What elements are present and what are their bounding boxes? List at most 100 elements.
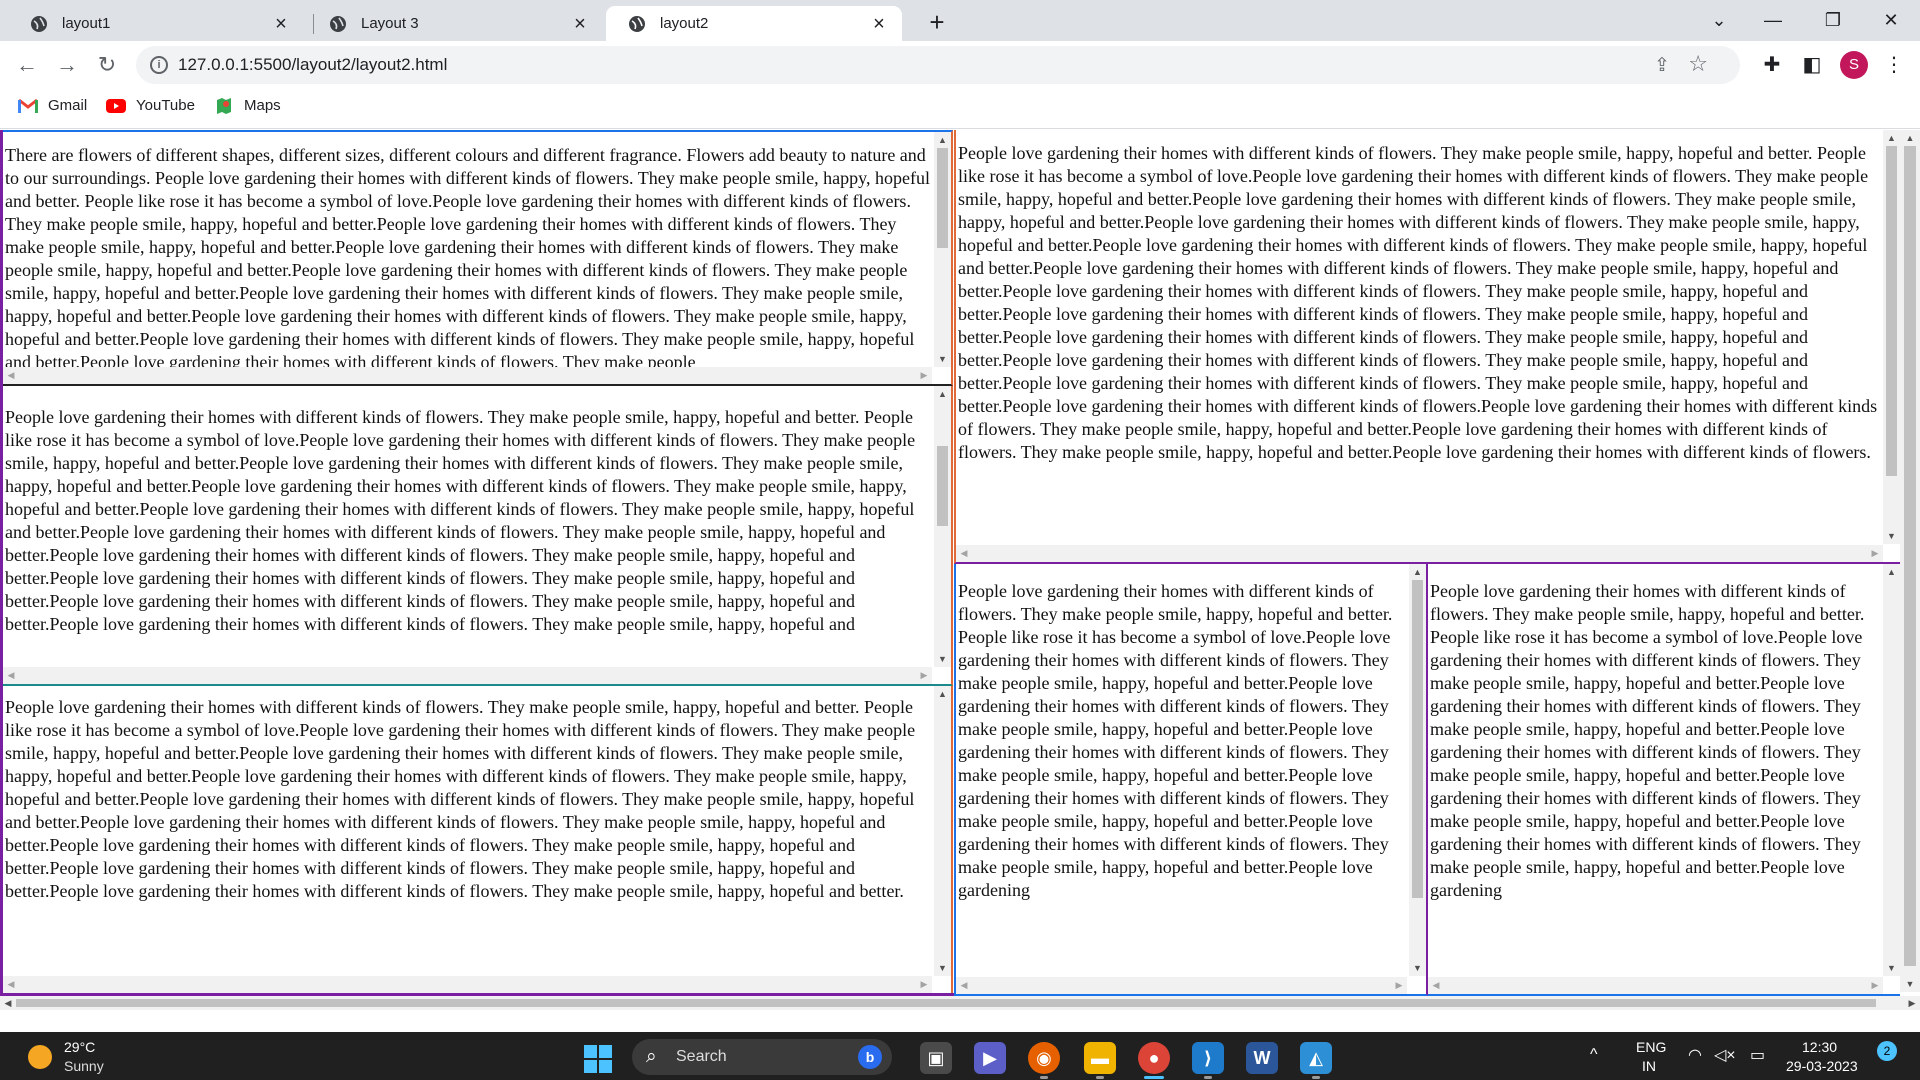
chevron-up-icon[interactable]: ^ bbox=[1590, 1046, 1598, 1064]
scroll-right-arrow-icon[interactable]: ▶ bbox=[1904, 996, 1920, 1010]
scroll-down-arrow-icon[interactable]: ▼ bbox=[934, 651, 951, 667]
close-icon[interactable]: × bbox=[870, 14, 888, 34]
scroll-down-arrow-icon[interactable]: ▼ bbox=[1409, 960, 1426, 976]
horizontal-scrollbar[interactable]: ◀ ▶ bbox=[1428, 977, 1883, 994]
wifi-icon[interactable]: ◠ bbox=[1688, 1045, 1702, 1065]
side-panel-icon[interactable]: ◧ bbox=[1798, 51, 1826, 79]
tab-layout2[interactable]: layout2 × bbox=[606, 6, 902, 41]
scroll-thumb[interactable] bbox=[1412, 580, 1423, 898]
bookmark-maps[interactable]: Maps bbox=[214, 97, 281, 114]
horizontal-scrollbar[interactable]: ◀ ▶ bbox=[3, 976, 932, 993]
horizontal-scrollbar[interactable]: ◀ ▶ bbox=[3, 367, 932, 384]
language-indicator[interactable]: ENG bbox=[1636, 1039, 1666, 1055]
panel-right-bottom-right[interactable]: People love gardening their homes with d… bbox=[1428, 564, 1900, 996]
clock-date[interactable]: 29-03-2023 bbox=[1786, 1058, 1858, 1074]
scroll-right-arrow-icon[interactable]: ▶ bbox=[916, 367, 932, 384]
scroll-down-arrow-icon[interactable]: ▼ bbox=[1883, 960, 1900, 976]
vertical-scrollbar[interactable]: ▲ ▼ bbox=[934, 386, 951, 667]
scroll-right-arrow-icon[interactable]: ▶ bbox=[916, 667, 932, 684]
bookmark-gmail[interactable]: Gmail bbox=[18, 97, 87, 114]
vertical-scrollbar[interactable]: ▲ ▼ bbox=[1883, 130, 1900, 544]
close-window-button[interactable]: ✕ bbox=[1868, 4, 1914, 36]
scroll-thumb[interactable] bbox=[1886, 146, 1897, 476]
scroll-up-arrow-icon[interactable]: ▲ bbox=[1409, 564, 1426, 580]
start-button[interactable] bbox=[584, 1045, 612, 1073]
scroll-up-arrow-icon[interactable]: ▲ bbox=[1900, 130, 1920, 146]
vertical-scrollbar[interactable]: ▲ ▼ bbox=[934, 132, 951, 367]
scroll-right-arrow-icon[interactable]: ▶ bbox=[916, 976, 932, 993]
reload-button[interactable]: ↻ bbox=[92, 50, 122, 80]
close-icon[interactable]: × bbox=[272, 14, 290, 34]
tab-layout1[interactable]: layout1 × bbox=[8, 6, 304, 41]
vertical-scrollbar[interactable]: ▲ ▼ bbox=[1883, 564, 1900, 976]
scroll-left-arrow-icon[interactable]: ◀ bbox=[956, 545, 972, 562]
close-icon[interactable]: × bbox=[571, 14, 589, 34]
scroll-thumb[interactable] bbox=[16, 999, 1876, 1007]
firefox-icon[interactable]: ◉ bbox=[1028, 1042, 1060, 1074]
panel-left-bottom[interactable]: People love gardening their homes with d… bbox=[3, 686, 953, 993]
scroll-thumb[interactable] bbox=[1904, 146, 1916, 966]
weather-condition[interactable]: Sunny bbox=[64, 1058, 104, 1074]
clock-time[interactable]: 12:30 bbox=[1802, 1039, 1837, 1055]
tab-search-chevron-icon[interactable]: ⌄ bbox=[1696, 4, 1742, 36]
vertical-scrollbar[interactable]: ▲ ▼ bbox=[1409, 564, 1426, 976]
sun-icon[interactable] bbox=[28, 1045, 52, 1069]
new-tab-button[interactable]: + bbox=[923, 8, 951, 36]
profile-avatar[interactable]: S bbox=[1840, 51, 1868, 79]
scroll-thumb[interactable] bbox=[937, 148, 948, 248]
scroll-left-arrow-icon[interactable]: ◀ bbox=[3, 976, 19, 993]
taskbar-search[interactable]: ⌕ Search b bbox=[632, 1039, 892, 1075]
scroll-down-arrow-icon[interactable]: ▼ bbox=[934, 960, 951, 976]
site-info-icon[interactable]: i bbox=[150, 56, 168, 74]
scroll-down-arrow-icon[interactable]: ▼ bbox=[1900, 976, 1920, 992]
scroll-left-arrow-icon[interactable]: ◀ bbox=[1428, 977, 1444, 994]
share-icon[interactable]: ⇪ bbox=[1654, 54, 1670, 77]
word-icon[interactable]: W bbox=[1246, 1042, 1278, 1074]
panel-left-top[interactable]: There are flowers of different shapes, d… bbox=[3, 130, 953, 386]
bookmark-youtube[interactable]: YouTube bbox=[106, 97, 195, 114]
scroll-left-arrow-icon[interactable]: ◀ bbox=[0, 996, 16, 1010]
bookmark-star-icon[interactable]: ☆ bbox=[1688, 51, 1708, 77]
panel-left-middle[interactable]: People love gardening their homes with d… bbox=[3, 386, 953, 686]
panel-right-top[interactable]: People love gardening their homes with d… bbox=[954, 130, 1920, 564]
scroll-up-arrow-icon[interactable]: ▲ bbox=[934, 386, 951, 402]
page-horizontal-scrollbar[interactable]: ◀ ▶ bbox=[0, 996, 1920, 1010]
horizontal-scrollbar[interactable]: ◀ ▶ bbox=[3, 667, 932, 684]
vertical-scrollbar[interactable]: ▲ ▼ bbox=[934, 686, 951, 976]
page-vertical-scrollbar[interactable]: ▲ ▼ bbox=[1900, 130, 1920, 992]
scroll-down-arrow-icon[interactable]: ▼ bbox=[1883, 528, 1900, 544]
scroll-left-arrow-icon[interactable]: ◀ bbox=[3, 667, 19, 684]
scroll-up-arrow-icon[interactable]: ▲ bbox=[934, 686, 951, 702]
scroll-right-arrow-icon[interactable]: ▶ bbox=[1867, 545, 1883, 562]
minimize-button[interactable]: — bbox=[1750, 4, 1796, 36]
more-menu-icon[interactable]: ⋮ bbox=[1880, 51, 1908, 79]
horizontal-scrollbar[interactable]: ◀ ▶ bbox=[956, 977, 1407, 994]
scroll-left-arrow-icon[interactable]: ◀ bbox=[3, 367, 19, 384]
tab-layout3[interactable]: Layout 3 × bbox=[307, 6, 603, 41]
panel-right-bottom-left[interactable]: People love gardening their homes with d… bbox=[954, 564, 1428, 996]
notification-badge[interactable]: 2 bbox=[1877, 1041, 1897, 1061]
battery-icon[interactable]: ▭ bbox=[1750, 1045, 1765, 1065]
extensions-puzzle-icon[interactable]: ✚ bbox=[1758, 51, 1786, 79]
weather-temperature[interactable]: 29°C bbox=[64, 1039, 95, 1055]
bing-icon[interactable]: b bbox=[858, 1045, 882, 1069]
vscode-icon[interactable]: ⟩ bbox=[1192, 1042, 1224, 1074]
teams-chat-icon[interactable]: ▶ bbox=[974, 1042, 1006, 1074]
address-bar[interactable]: i 127.0.0.1:5500/layout2/layout2.html ⇪ … bbox=[136, 46, 1740, 84]
forward-button[interactable]: → bbox=[52, 50, 82, 80]
horizontal-scrollbar[interactable]: ◀ ▶ bbox=[956, 545, 1883, 562]
volume-muted-icon[interactable]: ◁× bbox=[1714, 1045, 1736, 1065]
scroll-down-arrow-icon[interactable]: ▼ bbox=[934, 351, 951, 367]
scroll-thumb[interactable] bbox=[937, 446, 948, 526]
back-button[interactable]: ← bbox=[12, 50, 42, 80]
scroll-up-arrow-icon[interactable]: ▲ bbox=[1883, 564, 1900, 580]
restore-button[interactable]: ❐ bbox=[1810, 4, 1856, 36]
file-explorer-icon[interactable]: ▬ bbox=[1084, 1042, 1116, 1074]
scroll-right-arrow-icon[interactable]: ▶ bbox=[1391, 977, 1407, 994]
photos-icon[interactable]: ◭ bbox=[1300, 1042, 1332, 1074]
scroll-up-arrow-icon[interactable]: ▲ bbox=[1883, 130, 1900, 146]
region-indicator[interactable]: IN bbox=[1642, 1058, 1656, 1074]
scroll-up-arrow-icon[interactable]: ▲ bbox=[934, 132, 951, 148]
scroll-left-arrow-icon[interactable]: ◀ bbox=[956, 977, 972, 994]
scroll-right-arrow-icon[interactable]: ▶ bbox=[1867, 977, 1883, 994]
